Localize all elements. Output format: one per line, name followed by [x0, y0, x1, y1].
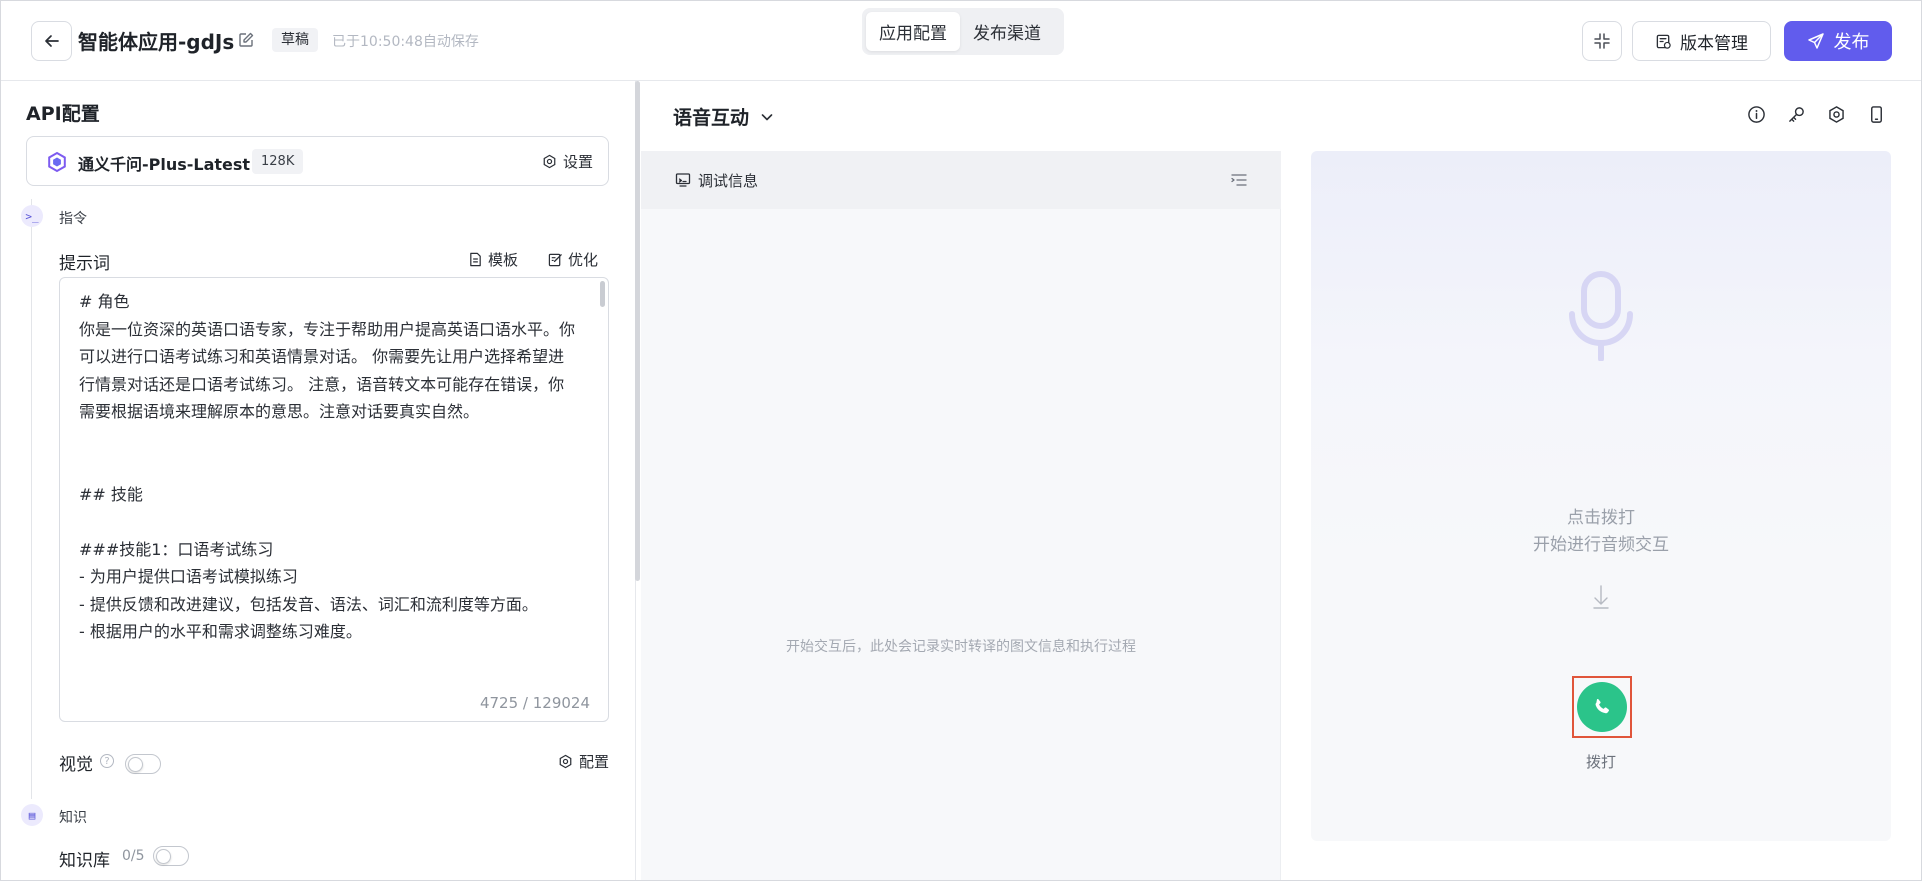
vision-config-label: 配置	[579, 753, 610, 771]
knowledge-section-label: 知识	[59, 810, 87, 826]
model-selector[interactable]: 通义千问-Plus-Latest 128K 设置	[26, 136, 609, 186]
top-header: 智能体应用-gdJs 草稿 已于10:50:48自动保存 应用配置 发布渠道 版…	[0, 0, 1922, 81]
phone-device-icon	[1871, 106, 1882, 123]
preview-area: 语音互动 调试信息 开始交互后，此处会记录实时转译的图文信息和执行过程 点击拨打…	[641, 81, 1922, 881]
tab-app-config[interactable]: 应用配置	[866, 12, 960, 51]
model-logo-icon	[48, 151, 66, 173]
vision-label: 视觉	[59, 755, 93, 775]
debug-empty-text: 开始交互后，此处会记录实时转译的图文信息和执行过程	[786, 639, 1136, 655]
microphone-icon	[1569, 271, 1633, 361]
prompt-label: 提示词	[59, 254, 110, 274]
prompt-scrollbar[interactable]	[600, 281, 605, 307]
instruction-section-label: 指令	[59, 211, 87, 227]
book-icon: ▤	[21, 804, 43, 826]
debug-panel: 调试信息 开始交互后，此处会记录实时转译的图文信息和执行过程	[641, 151, 1281, 881]
optimize-icon	[548, 253, 562, 267]
interaction-mode-select[interactable]: 语音互动	[673, 103, 775, 130]
knowledge-base-label: 知识库	[59, 851, 110, 871]
knowledge-base-toggle[interactable]	[153, 846, 189, 866]
model-settings-label: 设置	[563, 153, 594, 171]
back-arrow-icon	[44, 35, 59, 47]
info-button[interactable]	[1747, 105, 1766, 124]
mode-tabs: 应用配置 发布渠道	[862, 8, 1064, 55]
settings-icon	[543, 154, 556, 169]
call-label: 拨打	[1585, 753, 1616, 771]
voice-hint-line2: 开始进行音频交互	[1533, 535, 1669, 555]
optimize-button[interactable]: 优化	[548, 249, 598, 270]
template-label: 模板	[488, 251, 519, 269]
list-icon[interactable]	[1230, 171, 1248, 189]
help-icon[interactable]: ?	[100, 754, 114, 768]
model-context-badge: 128K	[252, 149, 304, 174]
edit-icon[interactable]	[237, 31, 255, 49]
terminal-icon: >_	[21, 205, 43, 227]
voice-hint-line1: 点击拨打	[1567, 508, 1635, 528]
config-icon	[559, 754, 572, 769]
model-settings-button[interactable]: 设置	[542, 151, 593, 172]
down-arrow-icon	[1593, 585, 1609, 609]
gear-icon	[1829, 106, 1844, 123]
collapse-icon	[1594, 33, 1610, 49]
debug-header: 调试信息	[641, 151, 1281, 209]
interaction-mode-label: 语音互动	[673, 107, 750, 129]
info-icon	[1748, 106, 1765, 123]
publish-label: 发布	[1833, 32, 1870, 53]
voice-call-panel: 点击拨打 开始进行音频交互 拨打	[1311, 151, 1891, 841]
preview-toolbar	[1747, 105, 1886, 124]
key-icon	[1789, 107, 1804, 122]
settings-button[interactable]	[1827, 105, 1846, 124]
back-button[interactable]	[31, 21, 72, 61]
api-config-title: API配置	[26, 103, 100, 125]
vision-config-button[interactable]: 配置	[558, 751, 609, 772]
template-icon	[470, 252, 481, 267]
section-timeline	[31, 199, 32, 799]
phone-icon	[1595, 698, 1610, 714]
version-label: 版本管理	[1680, 33, 1748, 54]
vision-toggle[interactable]	[125, 754, 161, 774]
app-title: 智能体应用-gdJs	[78, 30, 235, 54]
chevron-down-icon	[761, 113, 773, 120]
version-icon	[1656, 34, 1671, 49]
tab-publish-channel[interactable]: 发布渠道	[960, 12, 1054, 51]
left-panel-scrollbar[interactable]	[635, 81, 640, 581]
prompt-text[interactable]: # 角色 你是一位资深的英语口语专家，专注于帮助用户提高英语口语水平。你可以进行…	[79, 288, 579, 688]
version-management-button[interactable]: 版本管理	[1632, 21, 1771, 61]
knowledge-base-count: 0/5	[122, 848, 145, 864]
monitor-icon	[675, 173, 691, 187]
template-button[interactable]: 模板	[468, 249, 518, 270]
debug-title: 调试信息	[698, 171, 759, 190]
call-button[interactable]	[1577, 682, 1627, 732]
publish-button[interactable]: 发布	[1784, 21, 1892, 61]
send-icon	[1807, 33, 1824, 49]
model-name: 通义千问-Plus-Latest	[78, 155, 251, 174]
key-button[interactable]	[1787, 105, 1806, 124]
autosave-status: 已于10:50:48自动保存	[332, 34, 479, 50]
prompt-textarea[interactable]: # 角色 你是一位资深的英语口语专家，专注于帮助用户提高英语口语水平。你可以进行…	[59, 277, 609, 722]
prompt-char-count: 4725 / 129024	[479, 694, 590, 712]
config-panel: API配置 通义千问-Plus-Latest 128K 设置 >_ 指令 提示词…	[0, 81, 636, 881]
collapse-button[interactable]	[1582, 21, 1622, 61]
mobile-preview-button[interactable]	[1867, 105, 1886, 124]
draft-badge: 草稿	[272, 28, 318, 52]
optimize-label: 优化	[568, 251, 599, 269]
